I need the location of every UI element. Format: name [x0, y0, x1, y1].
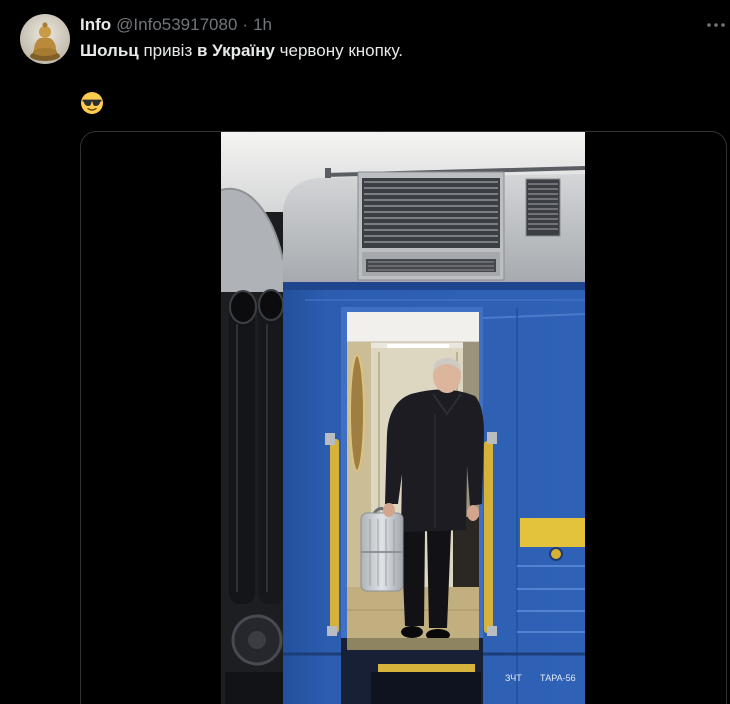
- text-part: привіз: [138, 41, 197, 60]
- media-card[interactable]: ЗЧТ ТАРА-56: [80, 131, 727, 704]
- car-marking-right: ТАРА-56: [540, 673, 576, 683]
- text-bold-scholz: Шольц: [80, 41, 139, 60]
- more-horizontal-icon: [707, 23, 725, 27]
- avatar[interactable]: [20, 14, 70, 64]
- yellow-panel: [520, 518, 585, 547]
- timestamp[interactable]: 1h: [253, 14, 272, 36]
- roof-vent-small: [525, 178, 561, 237]
- adjacent-car: [221, 187, 289, 704]
- author-name[interactable]: Info: [80, 14, 111, 36]
- yellow-knob: [549, 547, 563, 561]
- tweet-text: Шольц привіз в Україну червону кнопку.: [80, 40, 403, 62]
- tweet-header: Info @Info53917080 · 1h: [80, 14, 272, 36]
- suitcase: [360, 503, 404, 592]
- text-bold-ukraine: в Україну: [196, 41, 275, 60]
- entry-steps: [341, 638, 483, 704]
- tweet[interactable]: Info @Info53917080 · 1h Шольц привіз в У…: [0, 0, 730, 704]
- text-part: червону кнопку.: [274, 41, 403, 60]
- buddha-statue-icon: [20, 14, 70, 64]
- author-handle[interactable]: @Info53917080: [116, 14, 237, 36]
- train-photo: ЗЧТ ТАРА-56: [221, 132, 585, 704]
- separator-dot: ·: [242, 15, 249, 34]
- roof-vent-large: [357, 171, 505, 281]
- video-frame[interactable]: ЗЧТ ТАРА-56: [221, 132, 585, 704]
- more-options-button[interactable]: [705, 15, 727, 35]
- smiling-face-with-sunglasses-icon: [80, 91, 104, 115]
- car-marking-left: ЗЧТ: [505, 673, 522, 683]
